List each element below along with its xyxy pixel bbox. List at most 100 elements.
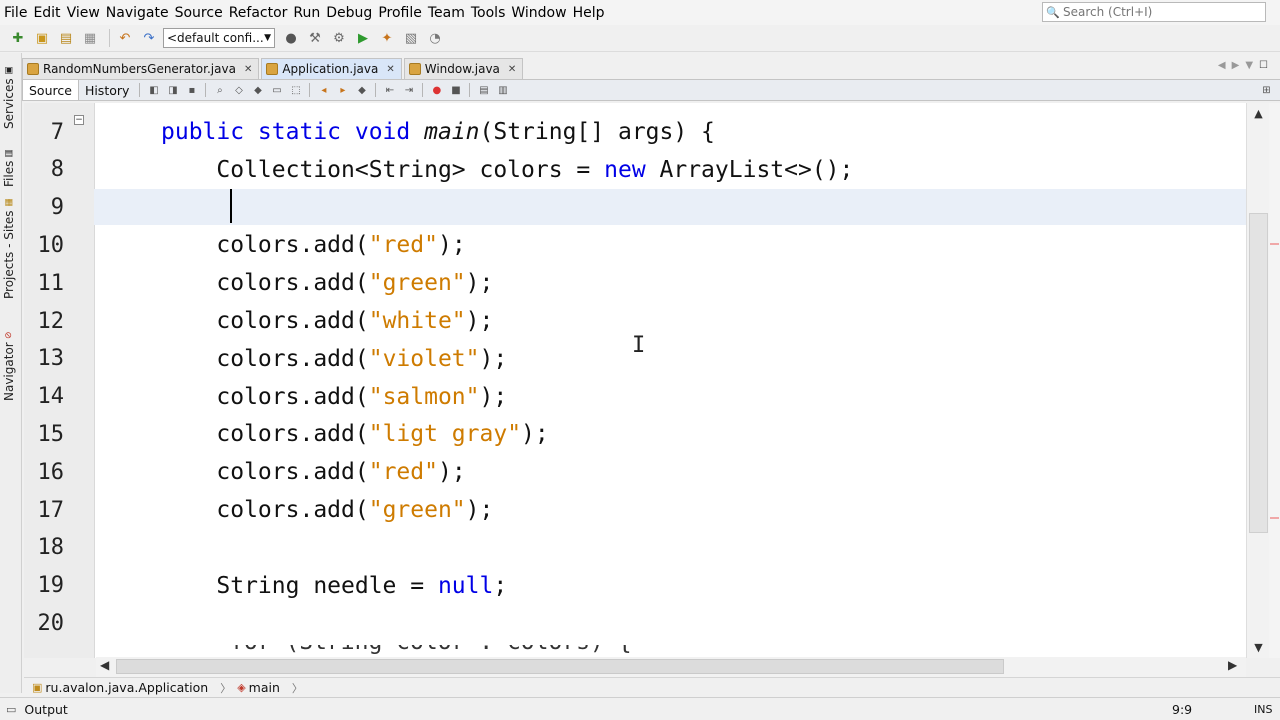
search-box[interactable]: 🔍 — [1042, 2, 1266, 22]
last-edit-icon[interactable]: ◧ — [146, 83, 161, 97]
search-input[interactable] — [1063, 5, 1259, 19]
tab-window[interactable]: Window.java ✕ — [403, 58, 524, 79]
start-macro-icon[interactable]: ● — [429, 83, 444, 97]
toggle-rectangular-selection-icon[interactable]: ⬚ — [288, 83, 303, 97]
browser-icon[interactable]: ● — [281, 28, 301, 48]
code-token: ); — [465, 270, 494, 297]
toggle-bookmark-icon[interactable]: ◆ — [354, 83, 369, 97]
projects-icon: ▦ — [4, 197, 14, 208]
toolbar-separator — [205, 83, 207, 97]
code-line: 15 colors.add("ligt gray"); — [24, 415, 1246, 453]
tab-navigation[interactable]: ◀▶▼☐ — [1218, 60, 1274, 71]
show-opened-documents-icon[interactable]: ▼ — [1245, 60, 1259, 71]
projects-tab[interactable]: Projects - Sites ▦ — [2, 191, 16, 299]
navigator-tab[interactable]: Navigator ⊘ — [2, 311, 16, 401]
find-next-icon[interactable]: ◆ — [250, 83, 265, 97]
menu-item-source[interactable]: Source — [172, 5, 226, 21]
undo-icon[interactable]: ↶ — [115, 28, 135, 48]
menu-item-navigate[interactable]: Navigate — [103, 5, 172, 21]
menu-item-refactor[interactable]: Refactor — [226, 5, 291, 21]
toggle-highlight-icon[interactable]: ▭ — [269, 83, 284, 97]
next-bookmark-icon[interactable]: ▸ — [335, 83, 350, 97]
string-token: "violet" — [368, 345, 480, 372]
tab-history[interactable]: History — [79, 80, 135, 100]
code-text: colors.add("violet"); — [161, 346, 507, 372]
back-icon[interactable]: ◨ — [165, 83, 180, 97]
line-number: 16 — [37, 459, 65, 485]
clean-build-icon[interactable]: ⚙ — [329, 28, 349, 48]
horizontal-scrollbar[interactable]: ◀ ▶ — [96, 657, 1246, 677]
uncomment-icon[interactable]: ▥ — [495, 83, 510, 97]
menu-item-profile[interactable]: Profile — [375, 5, 425, 21]
scroll-right-icon[interactable]: ▶ — [1228, 658, 1237, 672]
breadcrumb-method[interactable]: ◈ main — [237, 680, 280, 695]
output-window-toggle[interactable]: ▭ Output — [0, 702, 68, 717]
scroll-left-icon[interactable]: ◀ — [1218, 60, 1232, 71]
code-token: main — [424, 119, 480, 145]
vertical-scroll-thumb[interactable] — [1249, 213, 1268, 533]
breadcrumb-class[interactable]: ▣ ru.avalon.java.Application — [32, 680, 208, 695]
stop-macro-icon[interactable]: ■ — [448, 83, 463, 97]
run-icon[interactable]: ▶ — [353, 28, 373, 48]
line-number: 8 — [50, 157, 64, 183]
find-icon[interactable]: ⌕ — [212, 83, 227, 97]
shift-left-icon[interactable]: ⇤ — [382, 83, 397, 97]
forward-icon[interactable]: ▪ — [184, 83, 199, 97]
maximize-icon[interactable]: ☐ — [1259, 60, 1274, 71]
main-toolbar: ✚ ▣ ▤ ▦ ↶ ↷ <default confi... ▼ ● ⚒ ⚙ ▶ … — [0, 25, 1280, 52]
java-file-icon — [27, 63, 39, 75]
toolbar-separator — [469, 83, 471, 97]
menu-item-debug[interactable]: Debug — [323, 5, 375, 21]
error-stripe-mark[interactable] — [1270, 517, 1279, 519]
debug-icon[interactable]: ✦ — [377, 28, 397, 48]
menu-item-help[interactable]: Help — [570, 5, 608, 21]
split-window-icon[interactable]: ⊞ — [1259, 83, 1274, 97]
configuration-select[interactable]: <default confi... ▼ — [163, 28, 275, 48]
scroll-up-icon[interactable]: ▲ — [1247, 107, 1270, 120]
code-editor[interactable]: − 7 public static void main(String[] args… — [24, 103, 1269, 658]
save-all-icon[interactable]: ▦ — [80, 28, 100, 48]
menu-item-tools[interactable]: Tools — [468, 5, 509, 21]
tab-source[interactable]: Source — [22, 80, 79, 100]
previous-bookmark-icon[interactable]: ◂ — [316, 83, 331, 97]
menu-item-run[interactable]: Run — [290, 5, 323, 21]
test-icon[interactable]: ▧ — [401, 28, 421, 48]
error-stripe[interactable] — [1269, 103, 1280, 658]
string-token: "white" — [368, 308, 466, 334]
redo-icon[interactable]: ↷ — [139, 28, 159, 48]
close-icon[interactable]: ✕ — [244, 64, 252, 75]
java-file-icon — [266, 63, 279, 75]
code-text: String needle = null; — [161, 573, 507, 599]
build-icon[interactable]: ⚒ — [305, 28, 325, 48]
menu-item-view[interactable]: View — [64, 5, 103, 21]
comment-icon[interactable]: ▤ — [476, 83, 491, 97]
profile-icon[interactable]: ◔ — [425, 28, 445, 48]
new-project-icon[interactable]: ▣ — [32, 28, 52, 48]
code-token: ArrayList<>(); — [645, 156, 854, 183]
menu-item-file[interactable]: File — [0, 5, 30, 21]
menu-item-window[interactable]: Window — [508, 5, 569, 21]
keyword-token: new — [604, 156, 646, 183]
find-previous-icon[interactable]: ◇ — [231, 83, 246, 97]
new-file-icon[interactable]: ✚ — [8, 28, 28, 48]
scroll-down-icon[interactable]: ▼ — [1247, 641, 1270, 654]
shift-right-icon[interactable]: ⇥ — [401, 83, 416, 97]
error-stripe-mark[interactable] — [1270, 243, 1279, 245]
scroll-left-icon[interactable]: ◀ — [100, 658, 109, 672]
tab-application[interactable]: Application.java ✕ — [261, 58, 402, 79]
vertical-scrollbar[interactable]: ▲ ▼ — [1246, 103, 1269, 658]
close-icon[interactable]: ✕ — [508, 64, 516, 75]
files-tab[interactable]: Files ▤ — [2, 135, 16, 187]
close-icon[interactable]: ✕ — [386, 64, 394, 75]
menu-item-edit[interactable]: Edit — [30, 5, 63, 21]
menu-item-team[interactable]: Team — [425, 5, 468, 21]
search-icon[interactable]: 🔍 — [1043, 3, 1063, 21]
line-number: 7 — [50, 119, 64, 145]
class-icon: ▣ — [32, 681, 43, 694]
scroll-right-icon[interactable]: ▶ — [1232, 60, 1246, 71]
horizontal-scroll-thumb[interactable] — [116, 659, 1004, 674]
tab-random-numbers-generator[interactable]: RandomNumbersGenerator.java ✕ — [22, 58, 260, 79]
services-tab[interactable]: Services ▣ — [2, 57, 16, 129]
open-project-icon[interactable]: ▤ — [56, 28, 76, 48]
